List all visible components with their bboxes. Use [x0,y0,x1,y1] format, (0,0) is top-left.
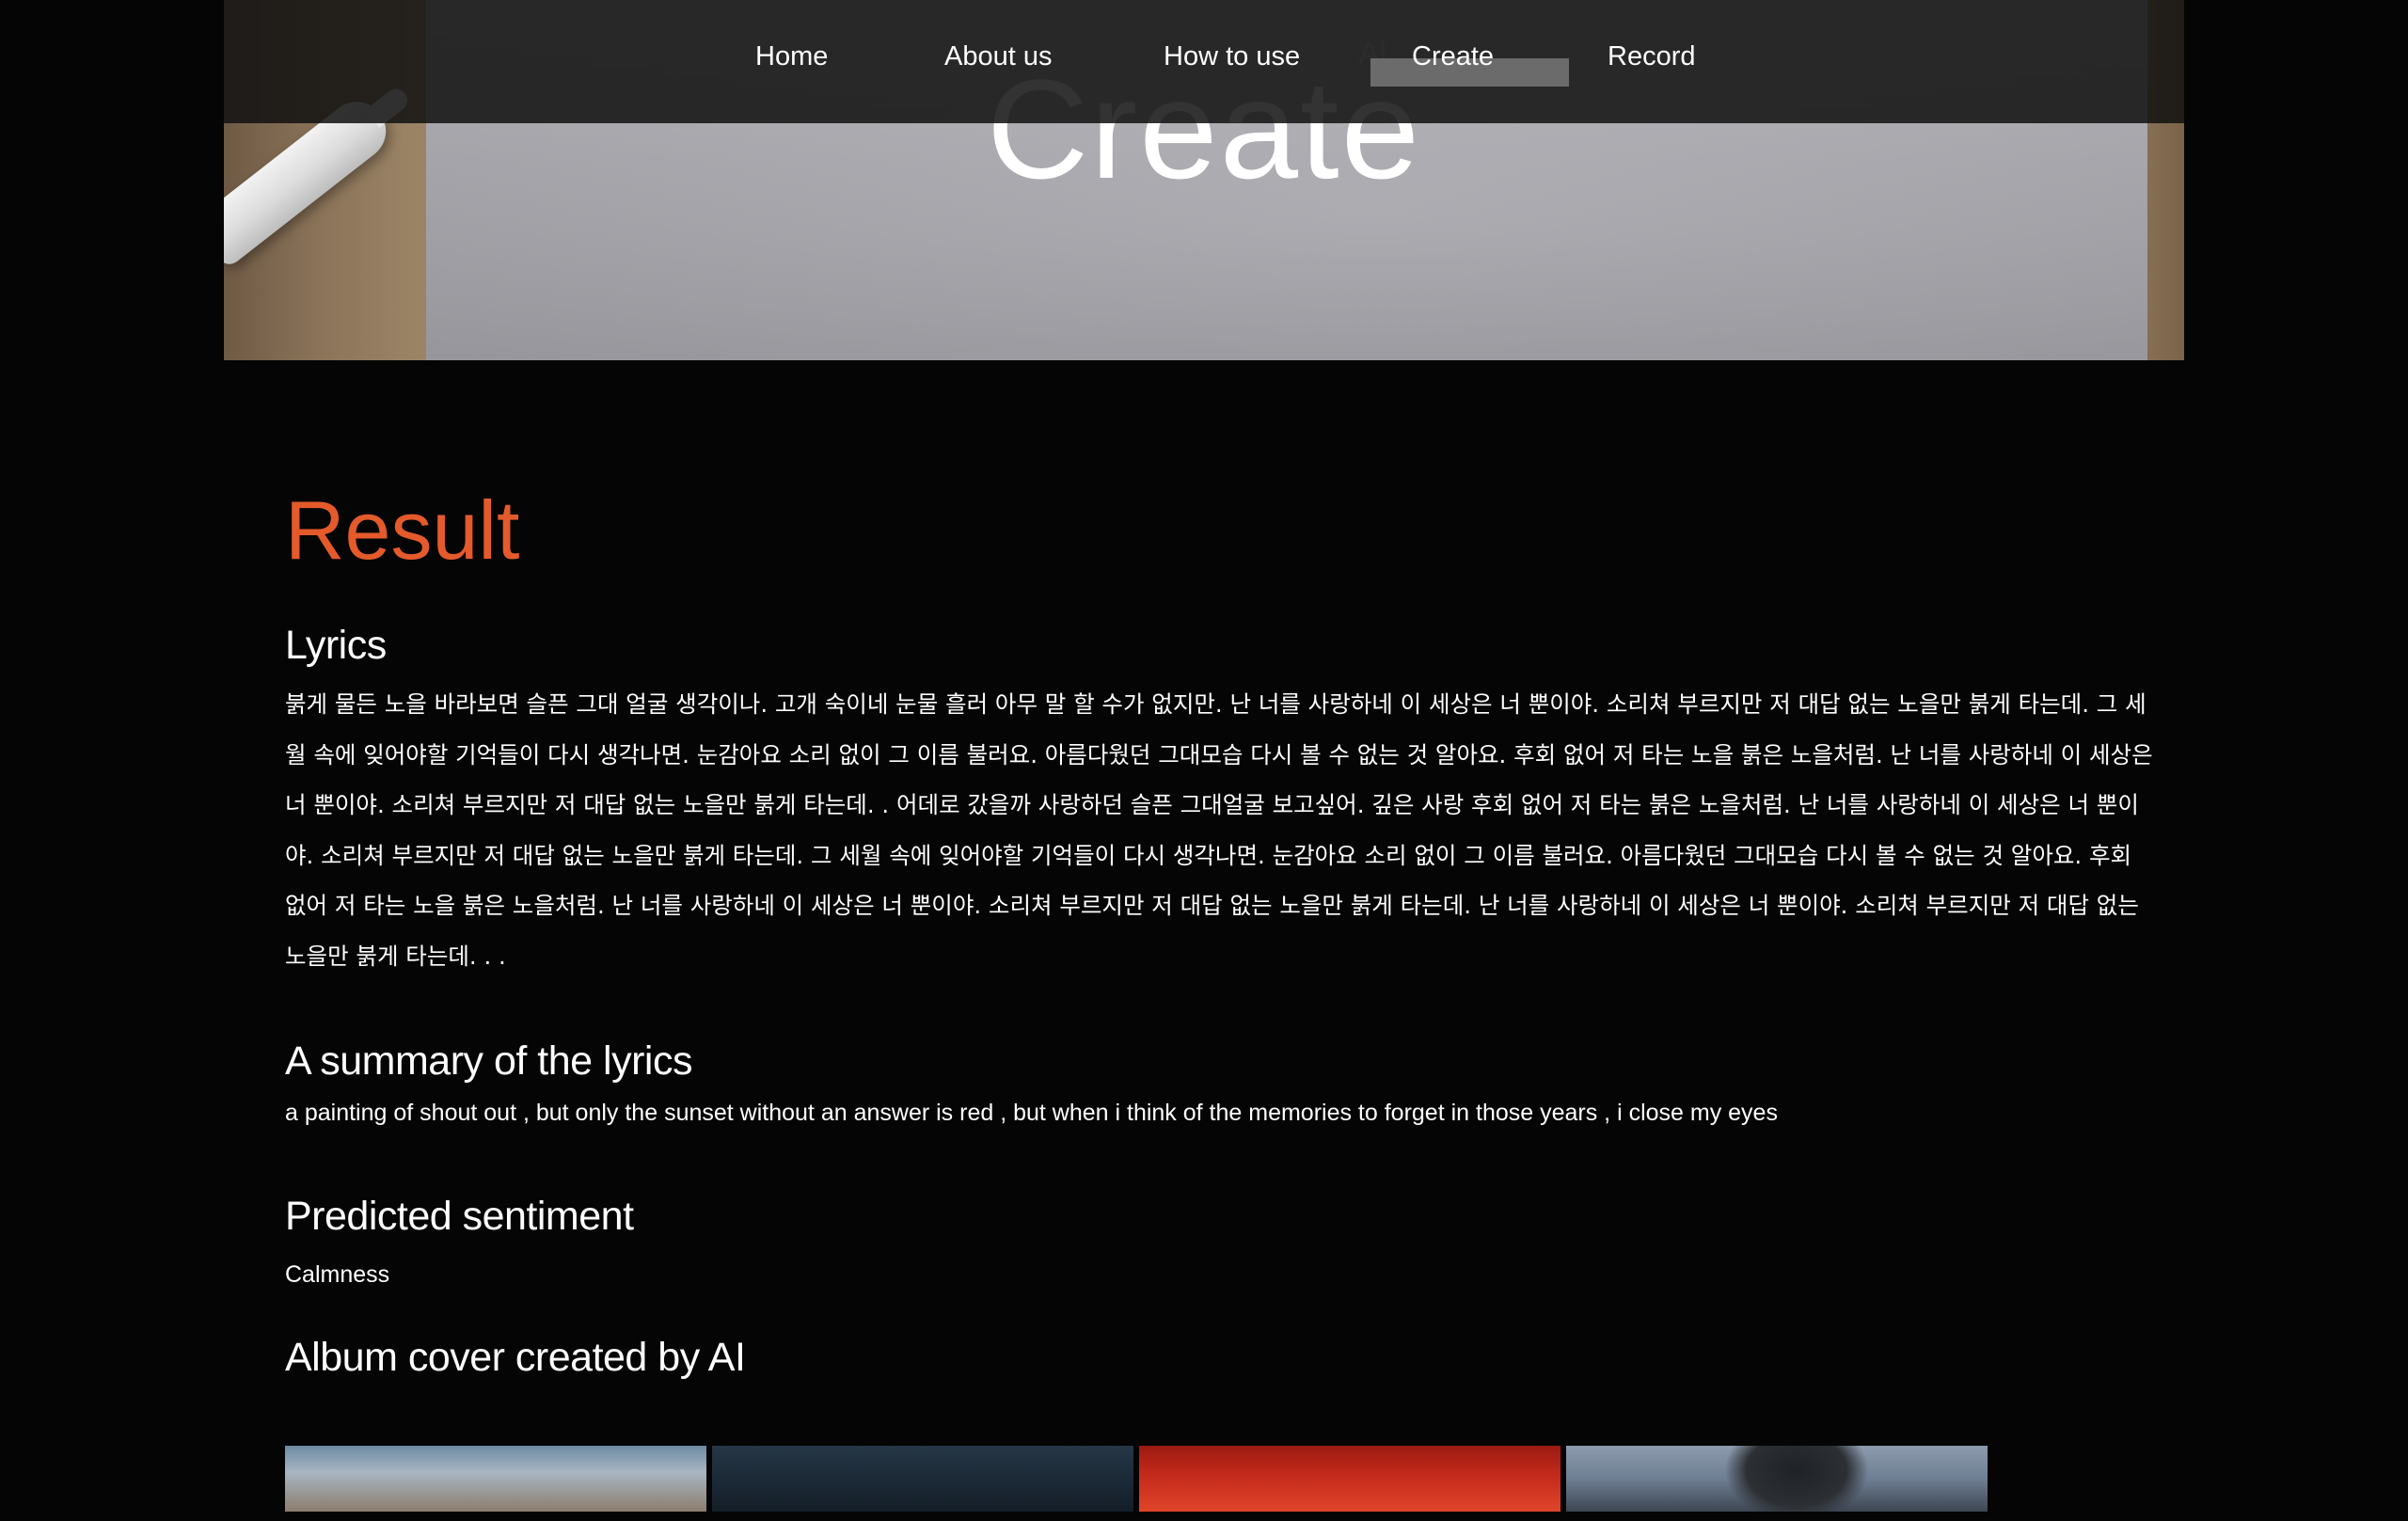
summary-text: a painting of shout out , but only the s… [285,1099,1778,1126]
lyrics-heading: Lyrics [285,623,387,668]
sentiment-heading: Predicted sentiment [285,1193,634,1239]
top-navigation: Home About us How to use Create Record [224,0,2184,123]
lyrics-text: 붉게 물든 노을 바라보면 슬픈 그대 얼굴 생각이나. 고개 숙이네 눈물 흘… [285,690,2153,970]
album-cover-image[interactable] [285,1446,706,1512]
album-cover-image[interactable] [712,1446,1133,1512]
album-cover-image[interactable] [1566,1446,1988,1512]
sentiment-value: Calmness [285,1260,390,1288]
nav-item-home[interactable]: Home [755,41,828,72]
nav-item-about-us[interactable]: About us [944,41,1052,72]
nav-item-create[interactable]: Create [1370,41,1570,87]
nav-item-how-to-use[interactable]: How to use [1164,41,1300,72]
album-cover-image[interactable] [1139,1446,1560,1512]
album-cover-gallery [285,1446,1988,1521]
result-heading: Result [285,483,520,577]
album-cover-heading: Album cover created by AI [285,1334,746,1380]
nav-item-record[interactable]: Record [1608,41,1696,72]
summary-heading: A summary of the lyrics [285,1038,692,1085]
result-section: Result Lyrics 붉게 물든 노을 바라보면 슬픈 그대 얼굴 생각이… [285,489,2166,1380]
